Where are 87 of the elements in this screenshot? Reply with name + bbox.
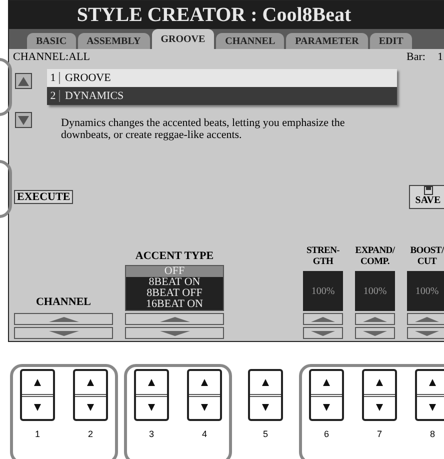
list-item[interactable]: 1 GROOVE: [47, 69, 397, 87]
up-down-button[interactable]: [415, 369, 444, 421]
down-triangle-icon: [148, 404, 155, 412]
down-triangle-icon: [429, 404, 436, 412]
option-item[interactable]: 16BEAT ON: [126, 299, 223, 310]
button-number: 3: [148, 429, 154, 439]
button-number: 7: [376, 429, 382, 439]
parameter-label: BOOST/ CUT: [409, 246, 444, 268]
item-number: 1: [47, 72, 60, 84]
up-triangle-icon: [311, 316, 335, 322]
description-text: Dynamics changes the accented beats, letting you emphasize the downbeats, or create reggae-like accents.: [61, 117, 346, 141]
item-label: DYNAMICS: [64, 90, 124, 102]
up-arrow-button[interactable]: [125, 313, 224, 325]
button-number: 2: [88, 429, 93, 439]
up-triangle-icon: [34, 378, 41, 386]
value-display: 100%: [355, 271, 395, 311]
up-arrow-button[interactable]: [15, 73, 32, 89]
parameter-label: STREN- GTH: [305, 246, 341, 268]
up-triangle-icon: [376, 378, 383, 386]
down-arrow-button[interactable]: [355, 327, 395, 339]
item-number: 2: [47, 90, 60, 102]
down-triangle-icon: [415, 330, 439, 336]
accent-type-label: ACCENT TYPE: [134, 250, 215, 262]
save-label: SAVE: [415, 195, 441, 206]
channel-label: CHANNEL: [34, 296, 92, 308]
down-triangle-icon: [311, 330, 335, 336]
button-number: 1: [34, 429, 40, 439]
up-down-button[interactable]: [20, 369, 55, 421]
up-down-button[interactable]: [73, 369, 108, 421]
bar-label: Bar:: [406, 51, 426, 65]
up-down-button[interactable]: [309, 369, 344, 421]
item-label: GROOVE: [64, 72, 111, 84]
up-arrow-button[interactable]: [14, 313, 113, 325]
execute-button[interactable]: EXECUTE: [14, 190, 74, 204]
value-display: 100%: [407, 271, 444, 311]
button-number: 4: [202, 429, 207, 439]
down-arrow-button[interactable]: [15, 112, 32, 128]
down-triangle-icon: [363, 330, 387, 336]
up-down-button[interactable]: [248, 369, 283, 421]
up-triangle-icon: [48, 316, 78, 322]
option-item[interactable]: 8BEAT ON: [126, 277, 223, 288]
up-down-button[interactable]: [187, 369, 222, 421]
button-number: 8: [430, 429, 435, 439]
up-triangle-icon: [262, 378, 269, 386]
button-number: 5: [262, 429, 268, 439]
up-triangle-icon: [323, 378, 330, 386]
up-arrow-button[interactable]: [407, 313, 444, 325]
parameter-label: EXPAND/ COMP.: [354, 246, 396, 268]
down-arrow-button[interactable]: [407, 327, 444, 339]
up-arrow-button[interactable]: [355, 313, 395, 325]
tab[interactable]: GROOVE: [152, 29, 214, 49]
down-triangle-icon: [323, 404, 330, 412]
tab[interactable]: EDIT: [370, 33, 412, 49]
up-triangle-icon: [429, 378, 436, 386]
down-triangle-icon: [262, 404, 269, 412]
up-triangle-icon: [363, 316, 387, 322]
tab[interactable]: ASSEMBLY: [78, 33, 150, 49]
up-triangle-icon: [148, 378, 155, 386]
up-down-button[interactable]: [362, 369, 397, 421]
bar-value: 1: [438, 51, 443, 65]
save-button[interactable]: SAVE: [409, 185, 444, 209]
down-arrow-button[interactable]: [303, 327, 343, 339]
list-item[interactable]: 2 DYNAMICS: [47, 87, 397, 105]
tab[interactable]: BASIC: [27, 33, 76, 49]
up-down-button[interactable]: [134, 369, 169, 421]
up-triangle-icon: [201, 378, 208, 386]
value-display: 100%: [303, 271, 343, 311]
down-triangle-icon: [87, 404, 94, 412]
up-arrow-button[interactable]: [303, 313, 343, 325]
down-arrow-button[interactable]: [14, 327, 113, 339]
up-triangle-icon: [415, 316, 439, 322]
up-triangle-icon: [87, 378, 94, 386]
channel-label: CHANNEL:ALL: [13, 51, 90, 65]
down-triangle-icon: [18, 116, 29, 124]
down-triangle-icon: [48, 330, 78, 336]
button-number: 6: [324, 429, 329, 439]
tab[interactable]: PARAMETER: [286, 33, 368, 49]
up-triangle-icon: [18, 76, 29, 86]
up-triangle-icon: [160, 316, 190, 322]
down-triangle-icon: [201, 404, 208, 412]
option-item[interactable]: 8BEAT OFF: [126, 288, 223, 299]
tab[interactable]: CHANNEL: [216, 33, 284, 49]
down-arrow-button[interactable]: [125, 327, 224, 339]
screen-title: STYLE CREATOR : Cool8Beat: [76, 4, 352, 26]
down-triangle-icon: [376, 404, 383, 412]
down-triangle-icon: [160, 330, 190, 336]
down-triangle-icon: [34, 404, 41, 412]
